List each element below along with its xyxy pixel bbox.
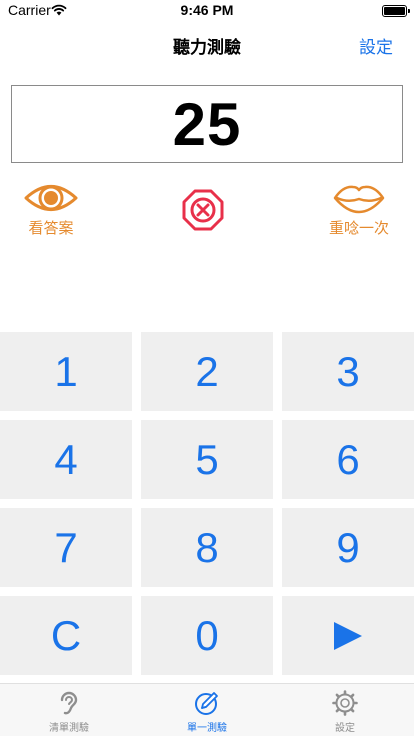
replay-label: 重唸一次	[328, 219, 389, 237]
nav-bar: 聽力測驗 設定	[0, 22, 414, 66]
key-9[interactable]: 9	[282, 508, 414, 587]
show-answer-button[interactable]: 看答案	[14, 181, 88, 238]
page-title: 聽力測驗	[173, 38, 241, 58]
key-4[interactable]: 4	[0, 420, 132, 499]
key-7[interactable]: 7	[0, 508, 132, 587]
pencil-circle-icon	[195, 692, 218, 715]
display-number: 25	[172, 90, 242, 158]
key-3[interactable]: 3	[282, 332, 414, 411]
key-1[interactable]: 1	[0, 332, 132, 411]
tab-single-test[interactable]: 單一測驗	[138, 690, 276, 734]
key-2[interactable]: 2	[141, 332, 273, 411]
status-time: 9:46 PM	[180, 2, 234, 18]
key-8[interactable]: 8	[141, 508, 273, 587]
key-5[interactable]: 5	[141, 420, 273, 499]
tab-list-test[interactable]: 清單測驗	[0, 690, 138, 734]
key-clear[interactable]: C	[0, 596, 132, 675]
tab-bar: 清單測驗 單一測驗 設定	[0, 683, 414, 736]
stop-x-icon	[182, 189, 224, 231]
tab-list-test-label: 清單測驗	[49, 723, 89, 734]
eye-icon	[24, 185, 78, 211]
gear-icon	[332, 690, 358, 716]
replay-button[interactable]: 重唸一次	[320, 181, 398, 238]
ear-icon	[60, 691, 78, 715]
battery-icon	[382, 5, 410, 17]
number-display: 25	[11, 85, 403, 163]
status-bar: Carrier 9:46 PM	[0, 0, 414, 22]
battery-fill	[384, 7, 405, 15]
show-answer-label: 看答案	[28, 219, 74, 237]
tab-settings[interactable]: 設定	[276, 690, 414, 734]
play-icon	[334, 621, 362, 650]
clear-button[interactable]	[181, 188, 225, 232]
lips-icon	[333, 185, 385, 214]
tab-single-test-label: 單一測驗	[187, 723, 227, 734]
keypad: 1 2 3 4 5 6 7 8 9 C 0	[0, 332, 414, 675]
key-0[interactable]: 0	[141, 596, 273, 675]
settings-button[interactable]: 設定	[359, 33, 393, 58]
tab-settings-label: 設定	[335, 723, 355, 734]
key-6[interactable]: 6	[282, 420, 414, 499]
play-button[interactable]	[282, 596, 414, 675]
